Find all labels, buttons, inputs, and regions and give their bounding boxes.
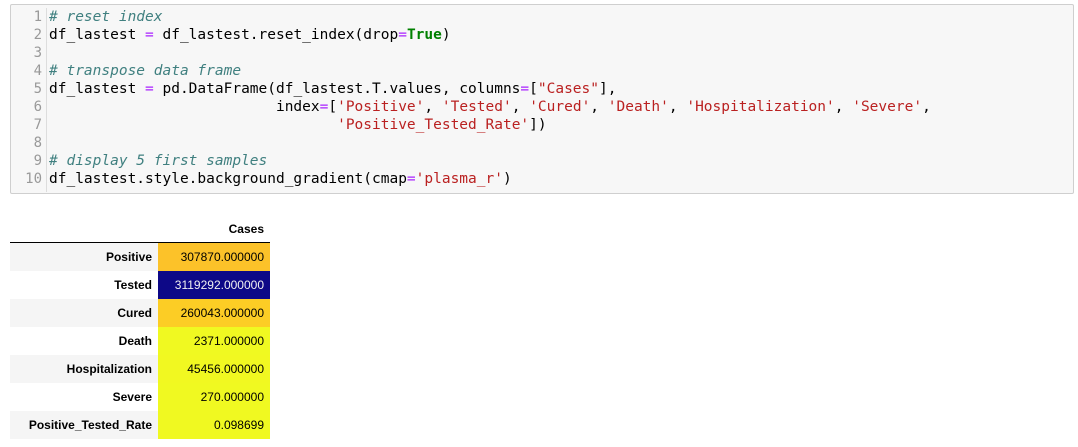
code-line: df_lastest = pd.DataFrame(df_lastest.T.v… — [46, 80, 931, 98]
code-editor[interactable]: # reset index df_lastest = df_lastest.res… — [46, 8, 931, 188]
code-token: ) — [441, 27, 451, 43]
row-label: Death — [10, 327, 158, 355]
table-row: Positive_Tested_Rate 0.098699 — [10, 411, 270, 439]
code-token: 'Hospitalization' — [686, 99, 835, 115]
line-number: 2 — [33, 27, 42, 43]
code-token: = — [145, 81, 154, 97]
code-token: = — [398, 27, 407, 43]
code-token: = — [520, 81, 530, 97]
line-number: 5 — [33, 81, 42, 97]
code-token: df_lastest — [49, 27, 146, 43]
code-line: # reset index — [46, 8, 931, 26]
code-token: 'Cured' — [529, 99, 591, 115]
code-token: True — [406, 27, 442, 43]
code-token: = — [145, 27, 154, 43]
code-token: 'plasma_r' — [415, 171, 503, 187]
table-header-row: Cases — [10, 216, 270, 243]
code-token: 'Severe' — [852, 99, 923, 115]
code-token: , — [511, 99, 530, 115]
code-token: # reset index — [49, 9, 163, 25]
code-line: df_lastest.style.background_gradient(cma… — [46, 170, 931, 188]
code-token: index — [49, 99, 320, 115]
code-line: 'Positive_Tested_Rate']) — [46, 116, 931, 134]
code-token: "Cases" — [537, 81, 599, 97]
code-line: df_lastest = df_lastest.reset_index(drop… — [46, 26, 931, 44]
table-row: Hospitalization 45456.000000 — [10, 355, 270, 383]
cell-value: 0.098699 — [158, 411, 270, 439]
index-header — [10, 216, 158, 243]
code-line: index=['Positive', 'Tested', 'Cured', 'D… — [46, 98, 931, 116]
code-token: = — [406, 171, 416, 187]
line-number: 3 — [33, 45, 42, 61]
code-token: [ — [529, 81, 538, 97]
code-token: 'Death' — [607, 99, 669, 115]
code-token: , — [590, 99, 608, 115]
cell-value: 270.000000 — [158, 383, 270, 411]
code-cell[interactable]: 1 2 3 4 5 6 7 8 9 10 # reset index df_lastest = df… — [10, 4, 1074, 194]
table-row: Death 2371.000000 — [10, 327, 270, 355]
code-token: 'Positive_Tested_Rate' — [337, 117, 530, 133]
line-number: 10 — [25, 171, 42, 187]
code-token: [ — [328, 99, 338, 115]
code-token: , — [668, 99, 687, 115]
row-label: Cured — [10, 299, 158, 327]
code-token: ]) — [529, 117, 547, 133]
code-token: , — [834, 99, 853, 115]
line-number: 8 — [33, 135, 42, 151]
cell-value: 2371.000000 — [158, 327, 270, 355]
code-token: df_lastest — [49, 81, 146, 97]
line-number: 9 — [33, 153, 42, 169]
column-header-cases: Cases — [228, 222, 264, 236]
row-label: Severe — [10, 383, 158, 411]
cell-value: 307870.000000 — [158, 242, 270, 271]
line-number-gutter: 1 2 3 4 5 6 7 8 9 10 — [11, 8, 47, 192]
dataframe-table: Cases Positive 307870.000000 Tested 3119292… — [10, 216, 270, 439]
table-row: Severe 270.000000 — [10, 383, 270, 411]
row-label: Tested — [10, 271, 158, 299]
table-row: Tested 3119292.000000 — [10, 271, 270, 299]
table-row: Cured 260043.000000 — [10, 299, 270, 327]
code-token: , — [922, 99, 931, 115]
code-token: df_lastest.style.background_gradient(cma… — [49, 171, 407, 187]
code-token: ) — [502, 171, 512, 187]
output-area: Cases Positive 307870.000000 Tested 3119292… — [10, 216, 270, 439]
table-row: Positive 307870.000000 — [10, 242, 270, 271]
row-label: Hospitalization — [10, 355, 158, 383]
cell-value: 45456.000000 — [158, 355, 270, 383]
row-label: Positive — [10, 242, 158, 271]
code-token: # transpose data frame — [49, 63, 242, 79]
row-label: Positive_Tested_Rate — [10, 411, 158, 439]
line-number: 1 — [33, 9, 42, 25]
cell-value: 3119292.000000 — [158, 271, 270, 299]
line-number: 4 — [33, 63, 42, 79]
line-number: 7 — [33, 117, 42, 133]
code-token: 'Positive' — [337, 99, 425, 115]
code-token: 'Tested' — [441, 99, 512, 115]
line-number: 6 — [33, 99, 42, 115]
code-token: , — [424, 99, 442, 115]
code-token: ], — [599, 81, 617, 97]
cell-value: 260043.000000 — [158, 299, 270, 327]
code-line: # transpose data frame — [46, 62, 931, 80]
code-token: pd.DataFrame(df_lastest.T.values, column… — [153, 81, 521, 97]
code-token: # display 5 first samples — [49, 153, 268, 169]
code-token: df_lastest.reset_index(drop — [153, 27, 399, 43]
code-line: # display 5 first samples — [46, 152, 931, 170]
